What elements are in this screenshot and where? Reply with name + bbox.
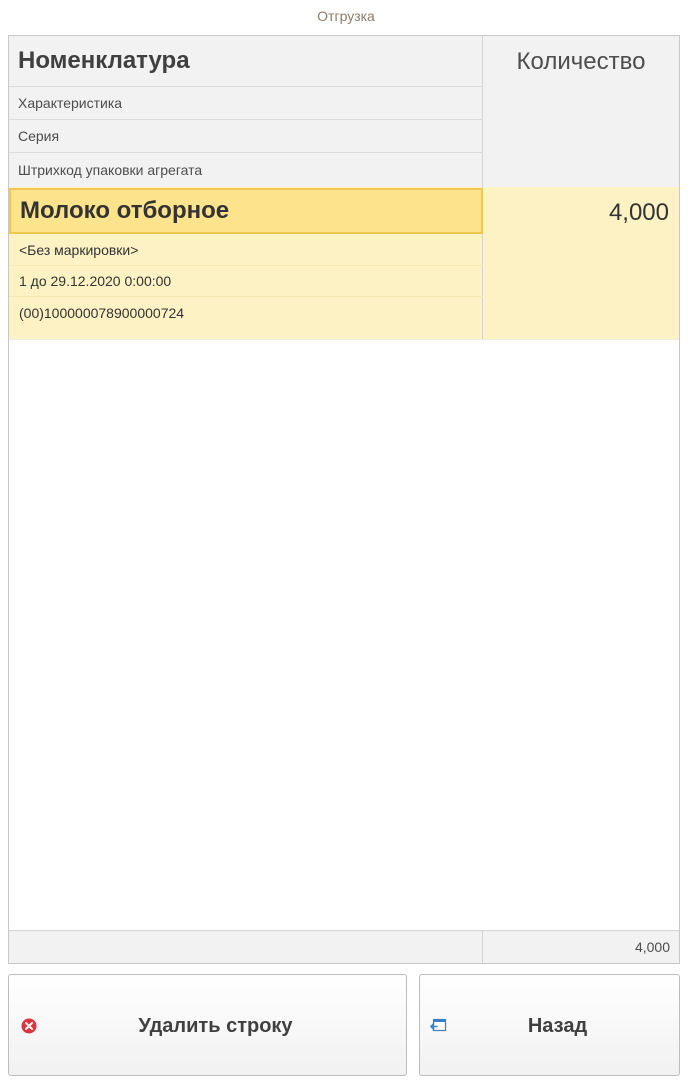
window-title: Отгрузка (317, 8, 375, 24)
header-barcode[interactable]: Штрихкод упаковки агрегата (9, 153, 483, 187)
back-button[interactable]: Назад (419, 974, 680, 1076)
table-footer-quantity: 4,000 (483, 930, 679, 963)
footer-total-quantity: 4,000 (634, 939, 670, 955)
table-header-quantity-column: Количество (483, 36, 679, 187)
row-series-cell[interactable]: 1 до 29.12.2020 0:00:00 (9, 266, 483, 297)
table-header-name-column: Номенклатура Характеристика Серия Штрихк… (9, 36, 483, 187)
header-name[interactable]: Номенклатура (9, 36, 483, 87)
goods-table[interactable]: Номенклатура Характеристика Серия Штрихк… (8, 35, 680, 964)
back-label: Назад (527, 1015, 588, 1037)
header-quantity[interactable]: Количество (483, 48, 679, 76)
row-quantity-cell[interactable]: 4,000 (609, 199, 669, 227)
row-divider (9, 339, 679, 340)
delete-row-button[interactable]: Удалить строку (8, 974, 407, 1076)
header-characteristic[interactable]: Характеристика (9, 87, 483, 120)
row-quantity-column[interactable]: 4,000 (483, 187, 679, 339)
delete-row-label: Удалить строку (138, 1015, 293, 1037)
row-characteristic-cell[interactable]: <Без маркировки> (9, 235, 483, 266)
row-barcode-cell[interactable]: (00)100000078900000724 (9, 297, 483, 328)
table-footer-name (9, 930, 483, 963)
table-row[interactable]: Молоко отборное <Без маркировки> 1 до 29… (9, 187, 483, 339)
row-name-cell[interactable]: Молоко отборное (9, 188, 483, 234)
header-series[interactable]: Серия (9, 120, 483, 153)
